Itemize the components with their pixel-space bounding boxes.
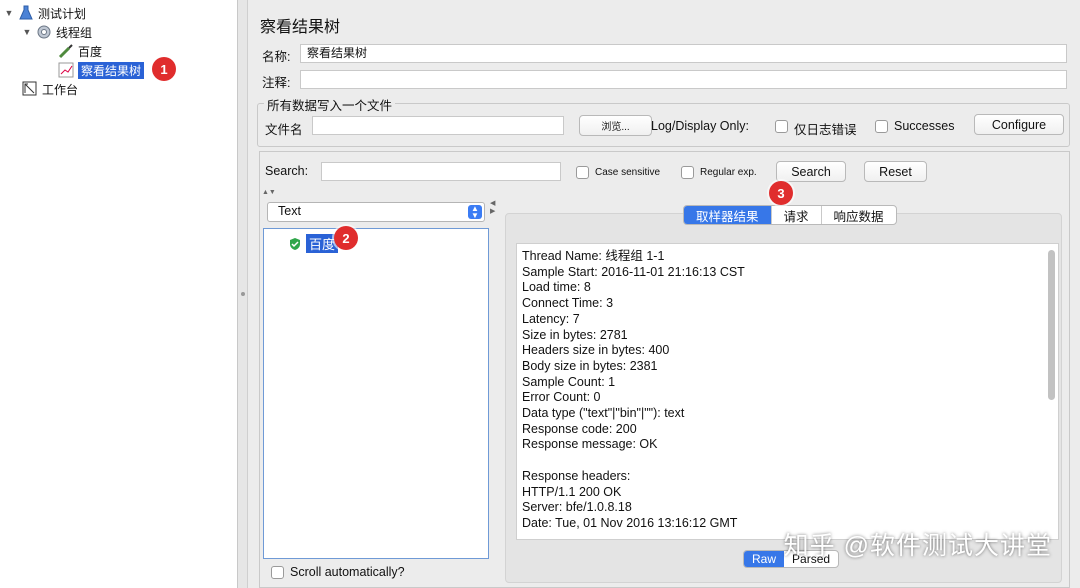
file-group-title: 所有数据写入一个文件: [264, 95, 396, 114]
watermark: 知乎 @软件测试大讲堂: [783, 532, 1052, 560]
test-plan-tree: ▼ 测试计划 ▼ 线程组 百度 察看结果树 1 工作台: [0, 0, 238, 588]
gear-icon: [36, 24, 52, 40]
expand-arrow-icon[interactable]: ▼: [4, 8, 14, 18]
tree-node-thread-group[interactable]: ▼ 线程组: [22, 23, 92, 41]
browse-button[interactable]: 浏览...: [579, 115, 652, 136]
select-arrows-icon: ▲ ▼: [468, 205, 482, 220]
filename-field[interactable]: [312, 116, 564, 135]
scroll-automatically-label: Scroll automatically?: [290, 565, 405, 579]
search-input[interactable]: [321, 162, 561, 181]
tree-node-sampler[interactable]: 百度: [58, 42, 102, 60]
comment-label: 注释:: [262, 76, 291, 90]
reset-button[interactable]: Reset: [864, 161, 927, 182]
result-line: Sample Start: 2016-11-01 21:16:13 CST: [522, 264, 745, 279]
renderer-select-value: Text: [278, 204, 301, 218]
name-field[interactable]: 察看结果树: [300, 44, 1067, 63]
errors-only-checkbox[interactable]: [775, 120, 788, 133]
step-badge-3: 3: [769, 181, 793, 205]
tree-node-label: 测试计划: [38, 6, 87, 21]
collapse-arrows-icon[interactable]: ▲▼: [262, 189, 276, 196]
result-line: Connect Time: 3: [522, 296, 614, 311]
sample-result-tree: 百度: [263, 228, 489, 559]
panel-title: 察看结果树: [260, 19, 341, 36]
chart-icon: [58, 62, 74, 78]
result-line: [517, 453, 1058, 469]
regular-exp-checkbox[interactable]: [681, 166, 694, 179]
result-line: Thread Name: 线程组 1-1: [522, 249, 665, 263]
case-sensitive-checkbox[interactable]: [576, 166, 589, 179]
result-line: Response message: OK: [522, 437, 658, 452]
tree-node-workbench[interactable]: 工作台: [22, 80, 78, 98]
pipette-icon: [58, 43, 74, 59]
comment-field[interactable]: [300, 70, 1067, 89]
tab-response-data[interactable]: 响应数据: [822, 206, 896, 224]
errors-only-label: 仅日志错误: [794, 123, 857, 137]
result-line: Body size in bytes: 2381: [522, 358, 658, 373]
search-label: Search:: [265, 164, 309, 178]
log-display-only-label: Log/Display Only:: [651, 119, 749, 133]
result-line: Data type ("text"|"bin"|""): text: [522, 406, 685, 421]
splitter-grip-icon: [241, 292, 245, 296]
sample-result-item[interactable]: 百度: [288, 234, 339, 253]
regular-exp-label: Regular exp.: [700, 167, 757, 178]
tree-node-test-plan[interactable]: ▼ 测试计划: [4, 4, 86, 22]
result-line: Response code: 200: [522, 421, 637, 436]
result-line: Server: bfe/1.0.8.18: [522, 500, 632, 515]
result-line: Error Count: 0: [522, 390, 601, 405]
name-label: 名称:: [262, 50, 291, 64]
scroll-automatically-checkbox[interactable]: [271, 566, 284, 579]
tree-node-label: 察看结果树: [78, 61, 145, 79]
result-text: Thread Name: 线程组 1-1 Sample Start: 2016-1…: [517, 244, 1058, 532]
tree-node-label: 工作台: [42, 82, 79, 97]
result-tabs: 取样器结果 请求 响应数据: [683, 205, 897, 225]
case-sensitive-label: Case sensitive: [595, 167, 661, 178]
tree-node-listener[interactable]: 察看结果树: [58, 61, 145, 79]
results-area: Search: Case sensitive Regular exp. Sear…: [259, 151, 1070, 588]
step-badge-2: 2: [334, 226, 358, 250]
result-line: Latency: 7: [522, 311, 580, 326]
successes-checkbox[interactable]: [875, 120, 888, 133]
sampler-result-viewer[interactable]: Thread Name: 线程组 1-1 Sample Start: 2016-1…: [516, 243, 1059, 540]
result-line: Size in bytes: 2781: [522, 327, 628, 342]
split-arrows-icon[interactable]: ◀ ▶: [490, 200, 495, 216]
shield-check-icon: [288, 237, 302, 251]
result-line: Load time: 8: [522, 280, 591, 295]
tab-sampler-result[interactable]: 取样器结果: [684, 206, 772, 224]
result-line: Response headers:: [522, 468, 631, 483]
file-group: 所有数据写入一个文件 文件名 浏览... Log/Display Only: 仅…: [257, 95, 1070, 147]
search-button[interactable]: Search: [776, 161, 846, 182]
successes-label: Successes: [894, 119, 955, 133]
result-line: Headers size in bytes: 400: [522, 343, 670, 358]
results-tree-panel: 察看结果树 名称: 察看结果树 注释: 所有数据写入一个文件 文件名 浏览...…: [249, 0, 1080, 588]
raw-button[interactable]: Raw: [744, 551, 785, 567]
result-line: Sample Count: 1: [522, 374, 616, 389]
configure-button[interactable]: Configure: [974, 114, 1064, 135]
flask-icon: [18, 5, 34, 21]
renderer-select[interactable]: Text ▲ ▼: [267, 202, 485, 222]
splitter-handle[interactable]: [238, 0, 248, 588]
tab-request[interactable]: 请求: [772, 206, 822, 224]
tree-node-label: 百度: [78, 44, 103, 59]
result-line: HTTP/1.1 200 OK: [522, 484, 622, 499]
workbench-icon: [22, 81, 38, 97]
expand-arrow-icon[interactable]: ▼: [22, 27, 32, 37]
filename-label: 文件名: [265, 123, 303, 137]
step-badge-1: 1: [152, 57, 176, 81]
vertical-scrollbar[interactable]: [1048, 250, 1055, 400]
tree-node-label: 线程组: [56, 25, 93, 40]
